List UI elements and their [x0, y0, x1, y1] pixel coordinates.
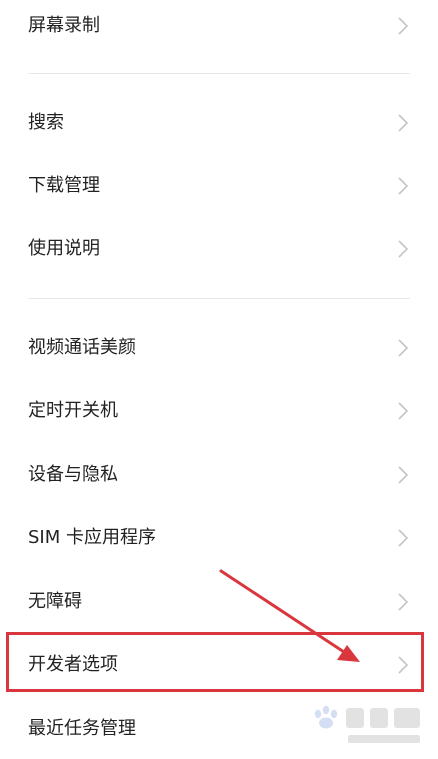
setting-item-label: 开发者选项 — [28, 654, 118, 675]
setting-item-label: 最近任务管理 — [28, 718, 136, 739]
chevron-right-icon — [398, 593, 409, 611]
setting-item-label: 定时开关机 — [28, 400, 118, 421]
setting-item-label: 屏幕录制 — [28, 15, 100, 36]
setting-item-recent-tasks[interactable]: 最近任务管理 — [0, 699, 438, 759]
section-divider — [28, 73, 410, 74]
setting-item-device-privacy[interactable]: 设备与隐私 — [0, 445, 438, 505]
settings-list: 屏幕录制 搜索 下载管理 使用说明 视频通话美颜 定时开关机 设备与隐私 SIM… — [0, 0, 438, 755]
chevron-right-icon — [398, 177, 409, 195]
setting-item-download-manager[interactable]: 下载管理 — [0, 156, 438, 216]
chevron-right-icon — [398, 529, 409, 547]
chevron-right-icon — [398, 114, 409, 132]
setting-item-label: 下载管理 — [28, 175, 100, 196]
setting-item-sim-apps[interactable]: SIM 卡应用程序 — [0, 508, 438, 568]
setting-item-accessibility[interactable]: 无障碍 — [0, 572, 438, 632]
setting-item-label: 无障碍 — [28, 591, 82, 612]
setting-item-developer-options[interactable]: 开发者选项 — [0, 635, 438, 695]
section-divider — [28, 298, 410, 299]
setting-item-screen-recording[interactable]: 屏幕录制 — [0, 0, 438, 56]
chevron-right-icon — [398, 656, 409, 674]
setting-item-label: 设备与隐私 — [28, 464, 118, 485]
setting-item-label: SIM 卡应用程序 — [28, 527, 156, 548]
chevron-right-icon — [398, 17, 409, 35]
setting-item-video-call-beauty[interactable]: 视频通话美颜 — [0, 318, 438, 378]
setting-item-search[interactable]: 搜索 — [0, 93, 438, 153]
setting-item-label: 视频通话美颜 — [28, 337, 136, 358]
chevron-right-icon — [398, 466, 409, 484]
chevron-right-icon — [398, 240, 409, 258]
chevron-right-icon — [398, 402, 409, 420]
setting-item-user-guide[interactable]: 使用说明 — [0, 219, 438, 279]
chevron-right-icon — [398, 339, 409, 357]
setting-item-label: 搜索 — [28, 112, 64, 133]
setting-item-scheduled-power[interactable]: 定时开关机 — [0, 381, 438, 441]
setting-item-label: 使用说明 — [28, 238, 100, 259]
